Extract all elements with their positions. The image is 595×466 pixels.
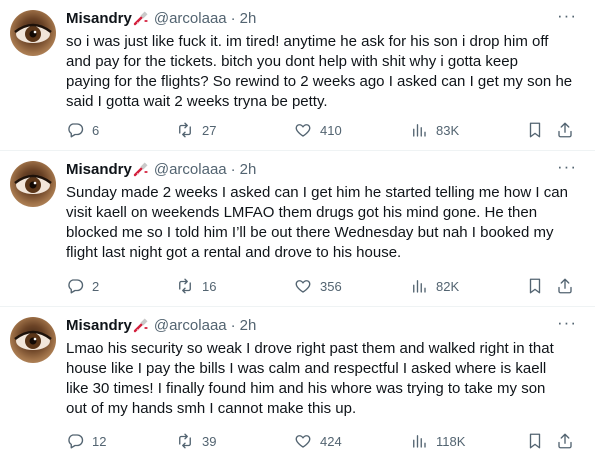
views-button[interactable]: 118K	[410, 431, 465, 451]
display-name[interactable]: Misandry	[66, 317, 132, 334]
retweet-icon	[179, 278, 191, 294]
reply-icon	[68, 123, 84, 138]
separator-dot: ·	[230, 160, 236, 178]
reply-count: 12	[92, 433, 107, 449]
share-button[interactable]	[556, 276, 574, 296]
separator-dot: ·	[230, 9, 236, 27]
timestamp[interactable]: 2h	[240, 161, 257, 178]
tweet-text: Sunday made 2 weeks I asked can I get hi…	[66, 183, 586, 263]
user-handle[interactable]: @arcolaaa	[154, 161, 227, 178]
separator-dot: ·	[230, 316, 236, 334]
view-count: 83K	[436, 122, 460, 138]
reply-button[interactable]: 2	[66, 276, 99, 296]
reply-count: 2	[92, 278, 100, 294]
view-count: 118K	[436, 433, 466, 449]
tweet-text-line: Lmao his security so weak I drove right …	[66, 340, 554, 357]
bookmark-button[interactable]	[526, 431, 544, 451]
reply-button[interactable]: 6	[66, 120, 99, 140]
tweet[interactable]: Misandry @arcolaaa · 2h ··· Sunday made …	[0, 151, 595, 306]
tweet-text-line: like 30 times! I finally found him and h…	[66, 380, 546, 397]
avatar[interactable]	[10, 317, 56, 363]
share-icon	[558, 433, 572, 449]
tweet-text: so i was just like fuck it. im tired! an…	[66, 32, 586, 112]
display-name[interactable]: Misandry	[66, 161, 132, 178]
share-button[interactable]	[556, 431, 574, 451]
views-icon	[413, 435, 426, 448]
bookmark-icon	[529, 433, 541, 449]
more-options-icon[interactable]: ···	[557, 313, 577, 333]
retweet-icon	[179, 433, 191, 449]
views-button[interactable]: 83K	[410, 120, 459, 140]
tweet-text-line: out of my hands smh I cannot make this u…	[66, 400, 357, 417]
tweet-text-line: so i was just like fuck it. im tired! an…	[66, 33, 549, 50]
reply-icon	[68, 279, 84, 294]
retweet-icon	[179, 122, 191, 138]
tweet-text-line: visit kaell on weekends LMFAO them drugs…	[66, 204, 538, 221]
bookmark-icon	[529, 122, 541, 138]
share-icon	[558, 122, 572, 138]
tweet-actions: 12 39 424 118K	[66, 431, 581, 451]
tweet[interactable]: Misandry @arcolaaa · 2h ··· Lmao his sec…	[0, 307, 595, 466]
user-handle[interactable]: @arcolaaa	[154, 10, 227, 27]
like-count: 410	[320, 122, 342, 138]
tweet-text-line: paying for the flights? So rewind to 2 w…	[66, 73, 573, 90]
tweet-text-line: blocked me so I told him I’ll be out the…	[66, 224, 554, 241]
retweet-count: 39	[202, 433, 217, 449]
tweet-text: Lmao his security so weak I drove right …	[66, 339, 586, 419]
more-options-icon[interactable]: ···	[557, 157, 577, 177]
tweet-header: Misandry @arcolaaa · 2h	[66, 315, 256, 335]
retweet-button[interactable]: 39	[176, 431, 216, 451]
avatar[interactable]	[10, 161, 56, 207]
tweet-text-line: flight last night got a rental and drove…	[66, 244, 402, 261]
retweet-button[interactable]: 16	[176, 276, 216, 296]
retweet-count: 27	[202, 122, 217, 138]
view-count: 82K	[436, 278, 460, 294]
reply-count: 6	[92, 122, 100, 138]
like-button[interactable]: 356	[294, 276, 342, 296]
bookmark-icon	[529, 278, 541, 294]
bookmark-button[interactable]	[526, 276, 544, 296]
views-icon	[413, 124, 426, 137]
tweet-text-line: said I gotta wait 2 weeks tryna be petty…	[66, 93, 328, 110]
tweet-actions: 6 27 410 83K	[66, 120, 581, 140]
tweet-text-line: house like I pay the bills I was calm an…	[66, 360, 547, 377]
timestamp[interactable]: 2h	[240, 317, 257, 334]
tweet-text-line: and pay for the tickets. bitch you dont …	[66, 53, 518, 70]
share-button[interactable]	[556, 120, 574, 140]
like-icon	[295, 280, 311, 293]
like-icon	[295, 124, 311, 137]
nail-polish-icon	[133, 10, 149, 26]
tweet[interactable]: Misandry @arcolaaa · 2h ··· so i was jus…	[0, 0, 595, 150]
views-icon	[413, 280, 426, 293]
like-count: 424	[320, 433, 342, 449]
timestamp[interactable]: 2h	[240, 10, 257, 27]
nail-polish-icon	[133, 161, 149, 177]
reply-button[interactable]: 12	[66, 431, 106, 451]
retweet-count: 16	[202, 278, 217, 294]
tweet-text-line: Sunday made 2 weeks I asked can I get hi…	[66, 184, 568, 201]
more-options-icon[interactable]: ···	[557, 6, 577, 26]
user-handle[interactable]: @arcolaaa	[154, 317, 227, 334]
like-count: 356	[320, 278, 342, 294]
avatar[interactable]	[10, 10, 56, 56]
like-button[interactable]: 410	[294, 120, 342, 140]
like-icon	[295, 435, 311, 448]
reply-icon	[68, 434, 84, 449]
like-button[interactable]: 424	[294, 431, 342, 451]
nail-polish-icon	[133, 317, 149, 333]
tweet-header: Misandry @arcolaaa · 2h	[66, 159, 256, 179]
views-button[interactable]: 82K	[410, 276, 459, 296]
tweet-header: Misandry @arcolaaa · 2h	[66, 8, 256, 28]
tweet-actions: 2 16 356 82K	[66, 276, 581, 296]
retweet-button[interactable]: 27	[176, 120, 216, 140]
share-icon	[558, 278, 572, 294]
display-name[interactable]: Misandry	[66, 10, 132, 27]
bookmark-button[interactable]	[526, 120, 544, 140]
